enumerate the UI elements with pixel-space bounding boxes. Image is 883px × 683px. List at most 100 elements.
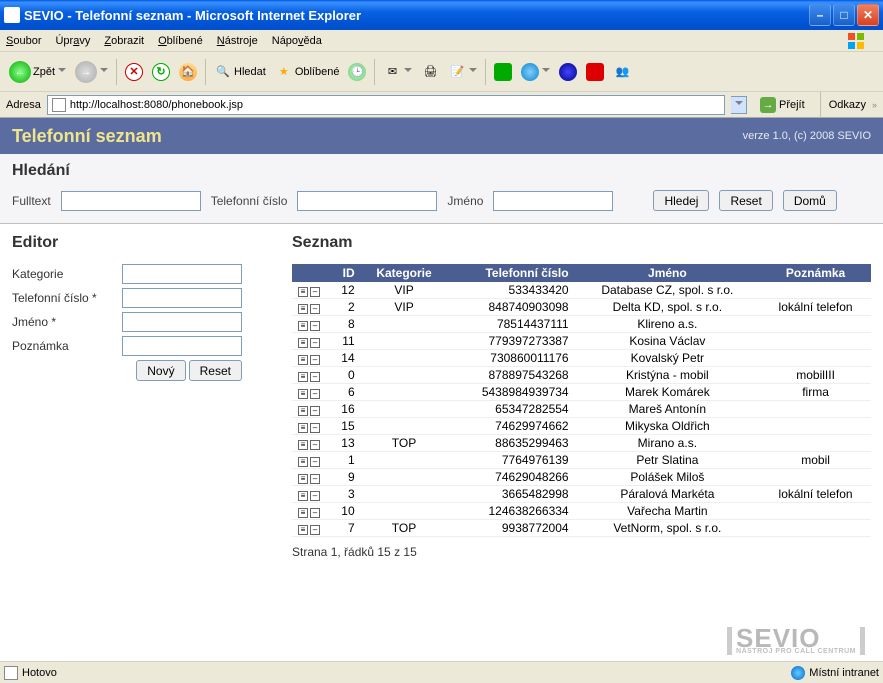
stop-button[interactable]: ✕ [122, 57, 146, 87]
ext3-button[interactable] [556, 57, 580, 87]
delete-row-icon[interactable]: – [310, 321, 320, 331]
edit-row-icon[interactable]: ≡ [298, 321, 308, 331]
editor-name-input[interactable] [122, 312, 242, 332]
cell-id: 14 [328, 350, 361, 367]
editor-note-input[interactable] [122, 336, 242, 356]
delete-row-icon[interactable]: – [310, 508, 320, 518]
menu-help[interactable]: Nápověda [272, 35, 322, 47]
edit-row-icon[interactable]: ≡ [298, 491, 308, 501]
edit-row-icon[interactable]: ≡ [298, 287, 308, 297]
cell-note [760, 418, 871, 435]
table-row[interactable]: ≡–11779397273387Kosina Václav [292, 333, 871, 350]
edit-row-icon[interactable]: ≡ [298, 440, 308, 450]
ext2-button[interactable] [518, 57, 553, 87]
fulltext-input[interactable] [61, 191, 201, 211]
table-row[interactable]: ≡–974629048266Polášek Miloš [292, 469, 871, 486]
col-id[interactable]: ID [328, 264, 361, 282]
cell-note: lokální telefon [760, 486, 871, 503]
edit-row-icon[interactable]: ≡ [298, 474, 308, 484]
refresh-button[interactable]: ↻ [149, 57, 173, 87]
maximize-button[interactable]: □ [833, 4, 855, 26]
editor-phone-input[interactable] [122, 288, 242, 308]
table-row[interactable]: ≡–1665347282554Mareš Antonín [292, 401, 871, 418]
table-row[interactable]: ≡–13TOP88635299463Mirano a.s. [292, 435, 871, 452]
phone-input[interactable] [297, 191, 437, 211]
name-input[interactable] [493, 191, 613, 211]
search-button[interactable]: 🔍 Hledat [211, 57, 269, 87]
delete-row-icon[interactable]: – [310, 304, 320, 314]
history-button[interactable]: 🕒 [345, 57, 369, 87]
delete-row-icon[interactable]: – [310, 474, 320, 484]
col-name[interactable]: Jméno [575, 264, 761, 282]
links-chevron-icon[interactable]: » [872, 100, 877, 110]
menu-tools[interactable]: Nástroje [217, 35, 258, 47]
col-note[interactable]: Poznámka [760, 264, 871, 282]
ext1-button[interactable] [491, 57, 515, 87]
minimize-button[interactable]: – [809, 4, 831, 26]
menu-view[interactable]: Zobrazit [104, 35, 144, 47]
editor-reset-button[interactable]: Reset [189, 360, 242, 381]
table-row[interactable]: ≡–17764976139Petr Slatinamobil [292, 452, 871, 469]
new-button[interactable]: Nový [136, 360, 185, 381]
links-label[interactable]: Odkazy [829, 99, 866, 111]
table-row[interactable]: ≡–7TOP9938772004VetNorm, spol. s r.o. [292, 520, 871, 537]
edit-button[interactable]: 📝 [445, 57, 480, 87]
delete-row-icon[interactable]: – [310, 525, 320, 535]
col-category[interactable]: Kategorie [361, 264, 448, 282]
back-dropdown-icon [58, 68, 66, 76]
table-row[interactable]: ≡–2VIP848740903098Delta KD, spol. s r.o.… [292, 299, 871, 316]
edit-row-icon[interactable]: ≡ [298, 304, 308, 314]
edit-row-icon[interactable]: ≡ [298, 423, 308, 433]
delete-row-icon[interactable]: – [310, 372, 320, 382]
delete-row-icon[interactable]: – [310, 440, 320, 450]
edit-row-icon[interactable]: ≡ [298, 389, 308, 399]
edit-row-icon[interactable]: ≡ [298, 355, 308, 365]
delete-row-icon[interactable]: – [310, 491, 320, 501]
delete-row-icon[interactable]: – [310, 406, 320, 416]
close-button[interactable]: ✕ [857, 4, 879, 26]
reset-button[interactable]: Reset [719, 190, 772, 211]
edit-row-icon[interactable]: ≡ [298, 406, 308, 416]
table-row[interactable]: ≡–33665482998Páralová Markétalokální tel… [292, 486, 871, 503]
go-button[interactable]: → Přejít [753, 95, 812, 115]
menu-edit[interactable]: Úpravy [55, 35, 90, 47]
delete-row-icon[interactable]: – [310, 423, 320, 433]
table-row[interactable]: ≡–878514437111Klireno a.s. [292, 316, 871, 333]
menu-favorites[interactable]: Oblíbené [158, 35, 203, 47]
favorites-button[interactable]: ★ Oblíbené [272, 57, 343, 87]
back-button[interactable]: ← Zpět [6, 57, 69, 87]
delete-row-icon[interactable]: – [310, 287, 320, 297]
edit-row-icon[interactable]: ≡ [298, 508, 308, 518]
table-row[interactable]: ≡–0878897543268Kristýna - mobilmobilIII [292, 367, 871, 384]
edit-row-icon[interactable]: ≡ [298, 372, 308, 382]
table-row[interactable]: ≡–12VIP533433420Database CZ, spol. s r.o… [292, 282, 871, 299]
statusbar: Hotovo Místní intranet [0, 661, 883, 683]
edit-row-icon[interactable]: ≡ [298, 338, 308, 348]
menu-file[interactable]: Soubor [6, 35, 41, 47]
home-button-app[interactable]: Domů [783, 190, 837, 211]
messenger-button[interactable]: 👥 [610, 57, 634, 87]
search-button-submit[interactable]: Hledej [653, 190, 709, 211]
ext4-button[interactable] [583, 57, 607, 87]
name-label: Jméno [447, 194, 483, 208]
delete-row-icon[interactable]: – [310, 457, 320, 467]
table-row[interactable]: ≡–10124638266334Vařecha Martin [292, 503, 871, 520]
delete-row-icon[interactable]: – [310, 355, 320, 365]
delete-row-icon[interactable]: – [310, 338, 320, 348]
delete-row-icon[interactable]: – [310, 389, 320, 399]
table-row[interactable]: ≡–1574629974662Mikyska Oldřich [292, 418, 871, 435]
address-dropdown[interactable] [731, 96, 747, 114]
edit-row-icon[interactable]: ≡ [298, 457, 308, 467]
cell-id: 12 [328, 282, 361, 299]
table-row[interactable]: ≡–65438984939734Marek Komárekfirma [292, 384, 871, 401]
edit-icon: 📝 [448, 63, 466, 81]
print-button[interactable]: 🖨 [418, 57, 442, 87]
col-phone[interactable]: Telefonní číslo [447, 264, 574, 282]
table-row[interactable]: ≡–14730860011176Kovalský Petr [292, 350, 871, 367]
edit-row-icon[interactable]: ≡ [298, 525, 308, 535]
address-input[interactable] [70, 99, 720, 111]
mail-button[interactable]: ✉ [380, 57, 415, 87]
home-button[interactable]: 🏠 [176, 57, 200, 87]
forward-button[interactable]: → [72, 57, 111, 87]
editor-category-input[interactable] [122, 264, 242, 284]
